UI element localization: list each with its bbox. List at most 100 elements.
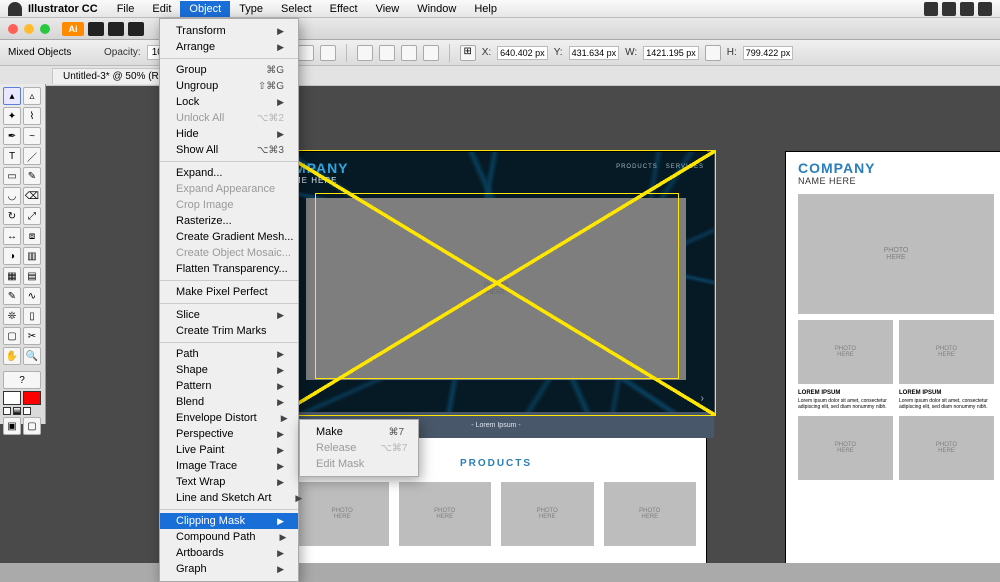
menu-item[interactable]: Graph▶: [160, 561, 298, 577]
screen-mode-normal[interactable]: ▣: [3, 417, 21, 435]
free-transform-tool[interactable]: ⧈: [23, 227, 41, 245]
eraser-tool[interactable]: ⌫: [23, 187, 41, 205]
menu-item[interactable]: Slice▶: [160, 307, 298, 323]
menu-edit[interactable]: Edit: [143, 1, 180, 17]
menu-item[interactable]: Transform▶: [160, 23, 298, 39]
maximize-window-button[interactable]: [40, 24, 50, 34]
menu-item[interactable]: Flatten Transparency...: [160, 261, 298, 277]
selection-tool[interactable]: ▴: [3, 87, 21, 105]
menu-item[interactable]: Rasterize...: [160, 213, 298, 229]
product-placeholder[interactable]: PHOTOHERE: [604, 482, 697, 546]
menu-file[interactable]: File: [108, 1, 144, 17]
menu-item[interactable]: Create Gradient Mesh...: [160, 229, 298, 245]
rotate-tool[interactable]: ↻: [3, 207, 21, 225]
zoom-tool[interactable]: 🔍: [23, 347, 41, 365]
menu-window[interactable]: Window: [408, 1, 465, 17]
transform-panel-icon[interactable]: ⊞: [460, 45, 476, 61]
grid-placeholder[interactable]: PHOTOHERE: [899, 320, 994, 384]
menu-type[interactable]: Type: [230, 1, 272, 17]
symbol-sprayer-tool[interactable]: ❊: [3, 307, 21, 325]
menu-item[interactable]: Path▶: [160, 346, 298, 362]
pathfinder-button[interactable]: [423, 45, 439, 61]
link-wh-icon[interactable]: [705, 45, 721, 61]
menu-item[interactable]: Make Pixel Perfect: [160, 284, 298, 300]
menu-item[interactable]: Text Wrap▶: [160, 474, 298, 490]
library-icon[interactable]: [128, 22, 144, 36]
w-value[interactable]: 1421.195 px: [643, 46, 699, 60]
app-name[interactable]: Illustrator CC: [28, 3, 98, 15]
lasso-tool[interactable]: ⌇: [23, 107, 41, 125]
align-bottom-button[interactable]: [320, 45, 336, 61]
gradient-mode-icon[interactable]: [13, 407, 21, 415]
paintbrush-tool[interactable]: ✎: [23, 167, 41, 185]
menu-item[interactable]: Clipping Mask▶: [160, 513, 298, 529]
menu-item[interactable]: Hide▶: [160, 126, 298, 142]
menu-item[interactable]: Blend▶: [160, 394, 298, 410]
menu-item[interactable]: Image Trace▶: [160, 458, 298, 474]
menu-item[interactable]: Artboards▶: [160, 545, 298, 561]
menu-object[interactable]: Object: [180, 1, 230, 17]
minimize-window-button[interactable]: [24, 24, 34, 34]
align-vcenter-button[interactable]: [298, 45, 314, 61]
menu-item[interactable]: Create Trim Marks: [160, 323, 298, 339]
menu-item[interactable]: Line and Sketch Art▶: [160, 490, 298, 506]
product-placeholder[interactable]: PHOTOHERE: [296, 482, 389, 546]
menu-item[interactable]: Expand...: [160, 165, 298, 181]
screen-mode-full[interactable]: ▢: [23, 417, 41, 435]
distribute-v-button[interactable]: [379, 45, 395, 61]
menu-effect[interactable]: Effect: [321, 1, 367, 17]
width-tool[interactable]: ↔: [3, 227, 21, 245]
gradient-tool[interactable]: ▤: [23, 267, 41, 285]
menu-help[interactable]: Help: [465, 1, 506, 17]
fill-swatch[interactable]: [3, 391, 21, 405]
tray-icon[interactable]: [924, 2, 938, 16]
product-placeholder[interactable]: PHOTOHERE: [501, 482, 594, 546]
tray-icon[interactable]: [978, 2, 992, 16]
color-mode-icon[interactable]: [3, 407, 11, 415]
menu-item[interactable]: Compound Path▶: [160, 529, 298, 545]
menu-item[interactable]: Arrange▶: [160, 39, 298, 55]
apple-menu-icon[interactable]: [8, 2, 22, 16]
grid-placeholder[interactable]: PHOTOHERE: [899, 416, 994, 480]
menu-select[interactable]: Select: [272, 1, 321, 17]
perspective-tool[interactable]: ▥: [23, 247, 41, 265]
product-placeholder[interactable]: PHOTOHERE: [399, 482, 492, 546]
shape-mode-button[interactable]: [401, 45, 417, 61]
grid-placeholder[interactable]: PHOTOHERE: [798, 320, 893, 384]
menu-item[interactable]: Pattern▶: [160, 378, 298, 394]
stock-icon[interactable]: [108, 22, 124, 36]
artboard-tool[interactable]: ▢: [3, 327, 21, 345]
eyedropper-tool[interactable]: ✎: [3, 287, 21, 305]
menu-item[interactable]: Envelope Distort▶: [160, 410, 298, 426]
magic-wand-tool[interactable]: ✦: [3, 107, 21, 125]
large-placeholder[interactable]: PHOTOHERE: [798, 194, 994, 314]
menu-item[interactable]: Ungroup⇧⌘G: [160, 78, 298, 94]
unknown-tool[interactable]: ?: [3, 371, 41, 389]
shape-builder-tool[interactable]: ◑: [3, 247, 21, 265]
type-tool[interactable]: T: [3, 147, 21, 165]
menu-item[interactable]: Show All⌥⌘3: [160, 142, 298, 158]
menu-item[interactable]: Perspective▶: [160, 426, 298, 442]
menu-item[interactable]: Group⌘G: [160, 62, 298, 78]
menu-view[interactable]: View: [367, 1, 409, 17]
shaper-tool[interactable]: ◡: [3, 187, 21, 205]
menu-item[interactable]: Live Paint▶: [160, 442, 298, 458]
clipping-mask-submenu[interactable]: Make⌘7Release⌥⌘7Edit Mask: [299, 419, 419, 477]
object-dropdown-menu[interactable]: Transform▶Arrange▶ Group⌘GUngroup⇧⌘GLock▶…: [159, 18, 299, 582]
tray-icon[interactable]: [942, 2, 956, 16]
grid-placeholder[interactable]: PHOTOHERE: [798, 416, 893, 480]
tray-icon[interactable]: [960, 2, 974, 16]
artboard-2[interactable]: COMPANY NAME HERE PHOTOHERE PHOTOHERE PH…: [786, 152, 1000, 563]
menu-item[interactable]: Lock▶: [160, 94, 298, 110]
selection-bounding-box[interactable]: [278, 150, 716, 416]
graph-tool[interactable]: ▯: [23, 307, 41, 325]
slice-tool[interactable]: ✂: [23, 327, 41, 345]
none-mode-icon[interactable]: [23, 407, 31, 415]
menu-item[interactable]: Shape▶: [160, 362, 298, 378]
scale-tool[interactable]: ⤢: [23, 207, 41, 225]
x-value[interactable]: 640.402 px: [497, 46, 548, 60]
mesh-tool[interactable]: ▦: [3, 267, 21, 285]
curvature-tool[interactable]: ~: [23, 127, 41, 145]
blend-tool[interactable]: ∿: [23, 287, 41, 305]
distribute-h-button[interactable]: [357, 45, 373, 61]
